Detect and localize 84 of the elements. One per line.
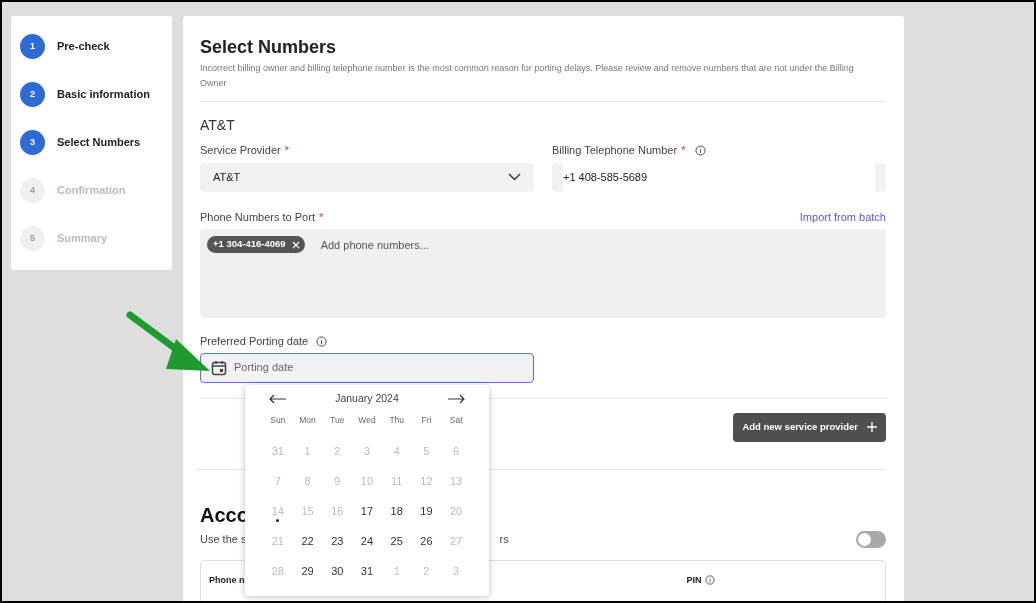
calendar-day[interactable]: 12 [420, 472, 433, 489]
field-label: Service Provider [200, 143, 281, 158]
required-mark: * [284, 143, 289, 158]
calendar-day[interactable]: 31 [360, 562, 374, 579]
step-number[interactable]: 5 [20, 226, 45, 251]
phone-number-input[interactable]: Add phone numbers... [320, 237, 463, 254]
calendar-day[interactable]: 18 [390, 502, 403, 519]
calendar-day[interactable]: 11 [391, 472, 403, 489]
step-number[interactable]: 3 [20, 130, 45, 155]
step-label[interactable]: Basic information [57, 86, 150, 103]
weekday-label: Thu [389, 414, 405, 427]
add-provider-button[interactable]: Add new service provider [733, 412, 886, 442]
section-description: rs [499, 531, 509, 547]
calendar-day[interactable]: 6 [453, 442, 460, 459]
step-number[interactable]: 4 [20, 178, 45, 203]
calendar-day[interactable]: 13 [450, 472, 463, 489]
calendar-day[interactable]: 22 [301, 532, 314, 549]
toggle-switch[interactable] [856, 530, 886, 548]
calendar-day[interactable]: 15 [301, 502, 314, 519]
phone-numbers-field[interactable]: +1 304-416-4069 Add phone numbers... [200, 229, 886, 318]
column-header: Phone n [209, 573, 245, 587]
calendar-day[interactable]: 31 [271, 442, 284, 459]
calendar-day[interactable]: 20 [450, 502, 463, 519]
billing-number-field[interactable]: +1 408-585-5689 [563, 162, 875, 192]
calendar-day[interactable]: 23 [331, 532, 344, 549]
calendar-day[interactable]: 21 [271, 532, 284, 549]
field-label: Phone Numbers to Port [200, 209, 315, 225]
calendar-day[interactable]: 28 [271, 562, 284, 579]
info-icon [316, 335, 328, 347]
calendar-day[interactable]: 25 [390, 532, 403, 549]
month-title: January 2024 [335, 391, 399, 407]
weekday-label: Sat [449, 414, 463, 427]
info-icon [704, 575, 715, 586]
step-label[interactable]: Select Numbers [57, 134, 141, 151]
step-label[interactable]: Pre-check [57, 38, 110, 55]
page-title: Select Numbers [200, 36, 338, 58]
step-number[interactable]: 2 [20, 82, 45, 107]
phone-chip: +1 304-416-4069 [207, 236, 305, 253]
info-icon [695, 144, 707, 156]
weekday-label: Sun [270, 414, 286, 427]
weekday-label: Wed [358, 414, 376, 427]
service-provider-select[interactable]: AT&T [200, 162, 534, 192]
calendar-day[interactable]: 27 [450, 532, 463, 549]
step-number[interactable]: 1 [20, 34, 45, 59]
arrow-right-icon[interactable] [447, 394, 465, 404]
step-label[interactable]: Confirmation [57, 182, 126, 199]
page-description: Incorrect billing owner and billing telephone number is the most common reason for porting delays. Please review and remove numbers that are not under the Billing Owner [200, 62, 855, 90]
import-link[interactable]: Import from batch [799, 208, 886, 225]
calendar-day[interactable]: 8 [304, 472, 311, 489]
arrow-left-icon[interactable] [269, 394, 287, 404]
calendar-day[interactable]: 29 [301, 562, 314, 579]
calendar-day[interactable]: 5 [423, 442, 430, 459]
provider-title: AT&T [200, 116, 236, 135]
weekday-label: Fri [421, 414, 432, 427]
calendar-day[interactable]: 2 [423, 562, 430, 579]
calendar-day[interactable]: 1 [393, 562, 400, 579]
calendar-day[interactable]: 14 [271, 502, 284, 519]
calendar-day[interactable]: 1 [304, 442, 311, 459]
calendar-day[interactable]: 2 [334, 442, 341, 459]
step-label[interactable]: Summary [57, 230, 108, 247]
field-label: Billing Telephone Number [552, 143, 678, 158]
required-mark: * [318, 209, 324, 225]
calendar-day[interactable]: 9 [334, 472, 341, 489]
calendar-day[interactable]: 17 [360, 502, 374, 519]
calendar-day[interactable]: 19 [420, 502, 433, 519]
close-icon[interactable] [291, 240, 300, 249]
calendar-day[interactable]: 16 [331, 502, 344, 519]
weekday-label: Mon [299, 414, 316, 427]
weekday-label: Tue [330, 414, 345, 427]
calendar-day[interactable]: 24 [360, 532, 374, 549]
calendar-day[interactable]: 3 [453, 562, 460, 579]
calendar-icon [211, 359, 227, 376]
required-mark: * [681, 143, 686, 158]
column-header: PIN [686, 573, 715, 587]
calendar-day[interactable]: 7 [274, 472, 281, 489]
plus-icon [867, 422, 877, 432]
calendar-day[interactable]: 3 [363, 442, 371, 459]
field-label: Preferred Porting date [200, 334, 309, 349]
calendar-day[interactable]: 10 [360, 472, 374, 489]
porting-date-field[interactable]: Porting date [200, 352, 534, 383]
calendar-day[interactable]: 26 [420, 532, 433, 549]
calendar-day[interactable]: 30 [331, 562, 344, 579]
chevron-down-icon [508, 173, 521, 181]
calendar-day[interactable]: 4 [393, 442, 400, 459]
